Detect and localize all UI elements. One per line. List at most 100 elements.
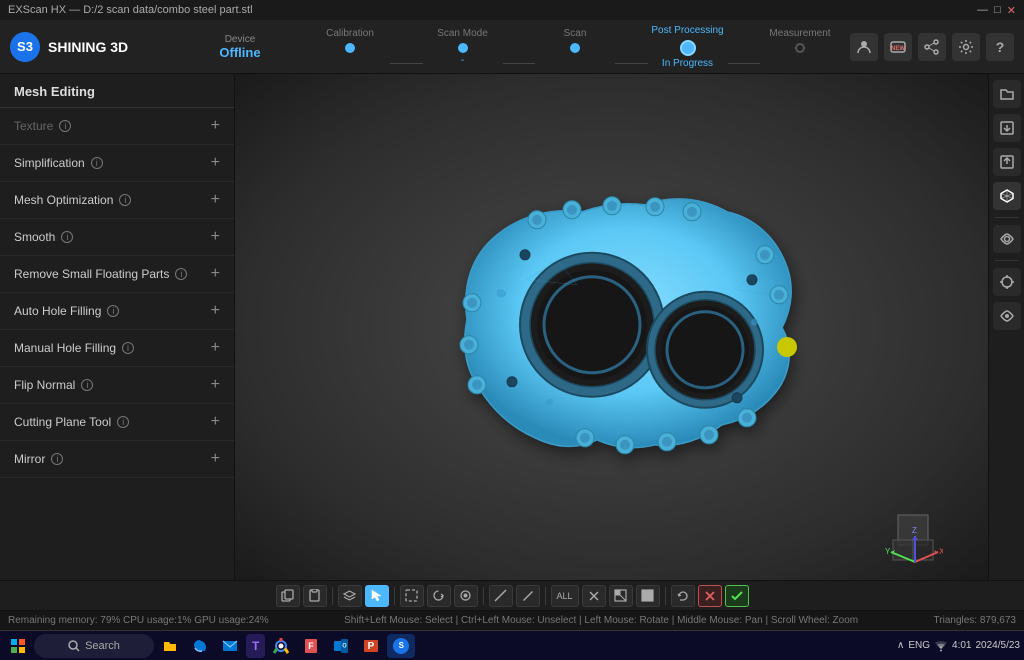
sidebar-item-auto-hole-label: Auto Hole Filling i (14, 304, 119, 318)
taskbar-tray-date: 2024/5/23 (976, 640, 1021, 651)
right-panel-visibility-btn[interactable] (993, 302, 1021, 330)
cutting-plane-expand-icon[interactable]: + (211, 413, 220, 431)
toolbar-sep-1 (332, 587, 333, 605)
user-icon[interactable] (850, 33, 878, 61)
toolbar-select-all-btn[interactable]: ALL (551, 585, 579, 607)
share-icon[interactable] (918, 33, 946, 61)
toolbar-deselect-btn[interactable] (582, 585, 606, 607)
taskbar-system-tray: ∧ ENG 4:01 2024/5/23 (897, 640, 1020, 652)
bottom-toolbar: ALL (0, 580, 1024, 610)
mesh-optimization-info-icon: i (119, 194, 131, 206)
sidebar-item-texture[interactable]: Texture i + (0, 108, 234, 145)
texture-info-icon: i (59, 120, 71, 132)
toolbar-lasso-btn[interactable] (427, 585, 451, 607)
toolbar-fill-btn[interactable] (636, 585, 660, 607)
toolbar-select-btn[interactable] (365, 585, 389, 607)
topbar: S3 SHINING 3D Device Offline Calibration… (0, 20, 1024, 74)
taskbar-tray-up-arrow[interactable]: ∧ (897, 640, 904, 651)
main-area: Mesh Editing Texture i + Simplification … (0, 74, 1024, 580)
taskbar-app-teams[interactable]: T (246, 634, 265, 658)
maximize-btn[interactable]: □ (994, 4, 1001, 17)
flip-normal-expand-icon[interactable]: + (211, 376, 220, 394)
sidebar-item-smooth[interactable]: Smooth i + (0, 219, 234, 256)
statusbar-hint: Shift+Left Mouse: Select | Ctrl+Left Mou… (269, 615, 934, 626)
toolbar-paste-btn[interactable] (303, 585, 327, 607)
pipeline-step-calibration-dot (345, 43, 355, 53)
help-icon[interactable]: ? (986, 33, 1014, 61)
sidebar-item-simplification[interactable]: Simplification i + (0, 145, 234, 182)
toolbar-paint-btn[interactable] (454, 585, 478, 607)
right-panel-view-btn[interactable] (993, 225, 1021, 253)
sidebar-item-cutting-plane[interactable]: Cutting Plane Tool i + (0, 404, 234, 441)
taskbar-app-shining3d[interactable]: S (387, 634, 415, 658)
toolbar-cancel-btn[interactable] (698, 585, 722, 607)
mesh-optimization-expand-icon[interactable]: + (211, 191, 220, 209)
settings-icon[interactable] (952, 33, 980, 61)
taskbar-app-outlook[interactable]: o (327, 634, 355, 658)
logo-icon: S3 (10, 32, 40, 62)
sidebar-item-simplification-label: Simplification i (14, 156, 103, 170)
taskbar-app-foxit[interactable]: F (297, 634, 325, 658)
titlebar-controls[interactable]: — □ ✕ (977, 4, 1016, 17)
taskbar-start-btn[interactable] (4, 634, 32, 658)
pipeline-step-postprocessing-dot (680, 40, 696, 56)
texture-expand-icon[interactable]: + (211, 117, 220, 135)
taskbar-app-chrome[interactable] (267, 634, 295, 658)
sidebar-item-remove-floating[interactable]: Remove Small Floating Parts i + (0, 256, 234, 293)
new-badge-icon[interactable]: NEW (884, 33, 912, 61)
sidebar-item-flip-normal-label: Flip Normal i (14, 378, 93, 392)
sidebar-item-mirror[interactable]: Mirror i + (0, 441, 234, 478)
right-panel-separator (995, 217, 1019, 218)
sidebar-item-mesh-optimization[interactable]: Mesh Optimization i + (0, 182, 234, 219)
remove-floating-expand-icon[interactable]: + (211, 265, 220, 283)
taskbar-tray-clock: 4:01 (952, 640, 971, 651)
statusbar-triangles: Triangles: 879,673 (934, 615, 1016, 626)
mesh-3d-object (397, 140, 827, 500)
sidebar-item-manual-hole[interactable]: Manual Hole Filling i + (0, 330, 234, 367)
sidebar-item-auto-hole[interactable]: Auto Hole Filling i + (0, 293, 234, 330)
pipeline-step-measurement[interactable]: Measurement (760, 28, 840, 66)
viewport[interactable]: X Y Z (235, 74, 988, 580)
toolbar-rect-select-btn[interactable] (400, 585, 424, 607)
pipeline-step-scanmode[interactable]: Scan Mode - (423, 28, 503, 66)
taskbar-search-btn[interactable]: Search (34, 634, 154, 658)
sidebar-item-manual-hole-label: Manual Hole Filling i (14, 341, 134, 355)
right-panel-measure-btn[interactable] (993, 268, 1021, 296)
taskbar-app-powerpoint[interactable]: P (357, 634, 385, 658)
right-panel-3d-btn[interactable] (993, 182, 1021, 210)
taskbar-app-edge[interactable] (186, 634, 214, 658)
minimize-btn[interactable]: — (977, 4, 988, 17)
simplification-expand-icon[interactable]: + (211, 154, 220, 172)
toolbar-pen-btn[interactable] (516, 585, 540, 607)
taskbar-app-email[interactable] (216, 634, 244, 658)
toolbar-invert-btn[interactable] (609, 585, 633, 607)
pipeline-step-scanmode-dot (458, 43, 468, 53)
pipeline-step-scan[interactable]: Scan (535, 28, 615, 66)
toolbar-sep-2 (394, 587, 395, 605)
toolbar-line-btn[interactable] (489, 585, 513, 607)
manual-hole-expand-icon[interactable]: + (211, 339, 220, 357)
pipeline-step-postprocessing-status: In Progress (662, 58, 713, 69)
close-btn[interactable]: ✕ (1007, 4, 1016, 17)
auto-hole-expand-icon[interactable]: + (211, 302, 220, 320)
smooth-expand-icon[interactable]: + (211, 228, 220, 246)
mirror-expand-icon[interactable]: + (211, 450, 220, 468)
svg-text:o: o (343, 640, 348, 649)
right-panel-folder-btn[interactable] (993, 80, 1021, 108)
pipeline-step-scan-dot (570, 43, 580, 53)
toolbar-layers-btn[interactable] (338, 585, 362, 607)
pipeline-step-postprocessing[interactable]: Post Processing In Progress (648, 25, 728, 69)
taskbar-app-explorer[interactable] (156, 634, 184, 658)
mirror-info-icon: i (51, 453, 63, 465)
titlebar-text: EXScan HX — D:/2 scan data/combo steel p… (8, 4, 253, 16)
toolbar-confirm-btn[interactable] (725, 585, 749, 607)
titlebar: EXScan HX — D:/2 scan data/combo steel p… (0, 0, 1024, 20)
right-panel-import-btn[interactable] (993, 114, 1021, 142)
right-panel-export-btn[interactable] (993, 148, 1021, 176)
pipeline-step-calibration-label: Calibration (326, 28, 374, 39)
toolbar-undo-btn[interactable] (671, 585, 695, 607)
sidebar-item-flip-normal[interactable]: Flip Normal i + (0, 367, 234, 404)
statusbar-memory: Remaining memory: 79% CPU usage:1% GPU u… (8, 615, 269, 626)
pipeline-step-calibration[interactable]: Calibration (310, 28, 390, 66)
toolbar-copy-btn[interactable] (276, 585, 300, 607)
